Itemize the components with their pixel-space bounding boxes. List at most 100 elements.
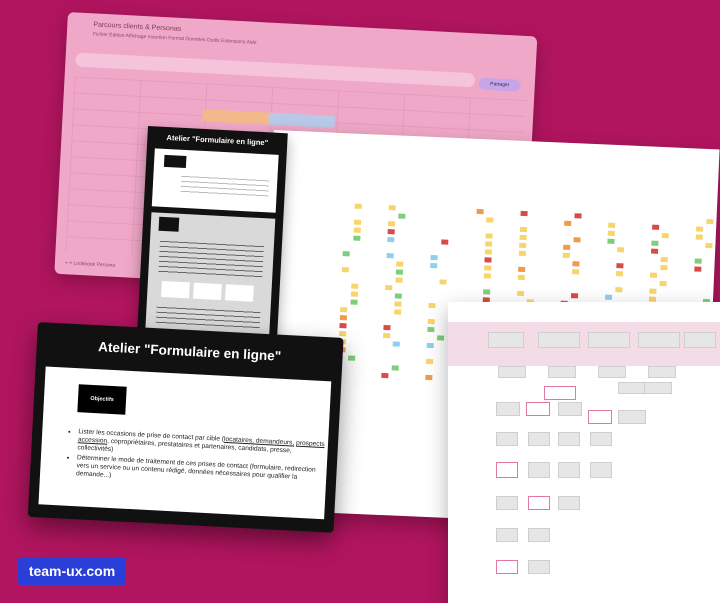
postit-note [651,240,659,246]
postit-note [615,271,624,277]
flow-node [498,366,526,378]
postit-note [339,315,347,321]
flow-node [496,432,518,446]
postit-note [660,264,668,271]
flow-node [558,432,580,446]
postit-note [563,244,571,251]
flow-node [684,332,716,348]
postit-note [348,355,356,361]
postit-note [354,203,362,209]
postit-note [604,294,613,300]
share-button[interactable]: Partager [478,77,522,92]
postit-note [695,234,703,240]
postit-note [392,341,400,347]
postit-note [484,249,492,255]
postit-note [395,269,404,275]
postit-note [695,226,704,232]
flow-node [618,382,646,394]
postit-note [616,263,624,269]
postit-note [341,267,350,273]
postit-note [383,332,391,339]
method-chip [158,216,180,232]
flow-node [496,560,518,574]
slide-content: Objectifs Lister les occasions de prise … [38,366,332,520]
postit-note [659,280,667,287]
postit-note [652,224,660,230]
flow-node [526,402,550,416]
slide-back-objectives-panel [151,148,279,213]
postit-note [485,233,493,239]
postit-note [607,230,615,236]
postit-note [342,251,350,257]
postit-note [519,242,527,249]
postit-note [573,237,581,243]
slide-back-title: Atelier "Formulaire en ligne" [166,132,269,148]
postit-note [395,277,403,283]
flow-node [644,382,672,394]
text-lines [158,238,264,281]
postit-note [694,266,702,272]
postit-note [518,266,526,273]
flow-node [598,366,626,378]
postit-note [517,290,525,297]
flow-node [528,496,550,510]
postit-note [427,318,435,325]
postit-note [430,254,438,261]
postit-note [394,293,402,299]
mini-screenshot [161,280,190,299]
flow-node [588,410,612,424]
flow-node [558,462,580,478]
text-lines [155,304,261,331]
postit-note [339,331,347,337]
flow-node [638,332,680,348]
postit-note [394,301,402,307]
mini-screenshot [224,284,254,302]
postit-note [615,287,623,293]
postit-note [353,219,362,225]
postit-note [428,302,436,309]
postit-note [387,229,395,235]
flow-node [528,528,550,542]
objective-chip [163,154,187,169]
postit-note [483,289,491,295]
slide-back-method-panel [145,212,276,337]
flow-node [590,462,612,478]
workshop-slide-front: Atelier "Formulaire en ligne" Objectifs … [27,322,344,533]
postit-note [436,335,445,341]
flow-node [588,332,630,348]
text-lines [180,173,270,199]
postit-note [441,239,449,245]
postit-note [706,218,714,225]
postit-note [353,235,361,241]
postit-note [350,291,359,297]
postit-note [425,358,434,365]
postit-note [660,256,668,263]
flow-node [648,366,676,378]
postit-note [385,285,393,291]
postit-note [694,258,702,264]
postit-note [383,324,391,331]
flow-node [548,366,576,378]
postit-note [571,269,580,275]
postit-note [430,262,438,269]
postit-note [425,374,433,381]
workshop-slide-back: Atelier "Formulaire en ligne" [136,126,288,346]
objectives-label: Objectifs [77,384,127,415]
flow-node [544,386,576,400]
flow-node [538,332,580,348]
flow-node [618,410,646,424]
postit-note [439,279,447,285]
postit-note [353,227,361,233]
postit-note [520,210,528,217]
flow-node [558,402,582,416]
postit-note [572,261,580,267]
site-badge[interactable]: team-ux.com [18,557,126,585]
flow-node [496,402,520,416]
postit-note [574,213,582,219]
postit-note [562,252,570,259]
postit-note [617,247,625,253]
flow-node [496,462,518,478]
postit-note [519,226,528,233]
flow-diagram [448,302,720,603]
postit-note [483,273,491,279]
